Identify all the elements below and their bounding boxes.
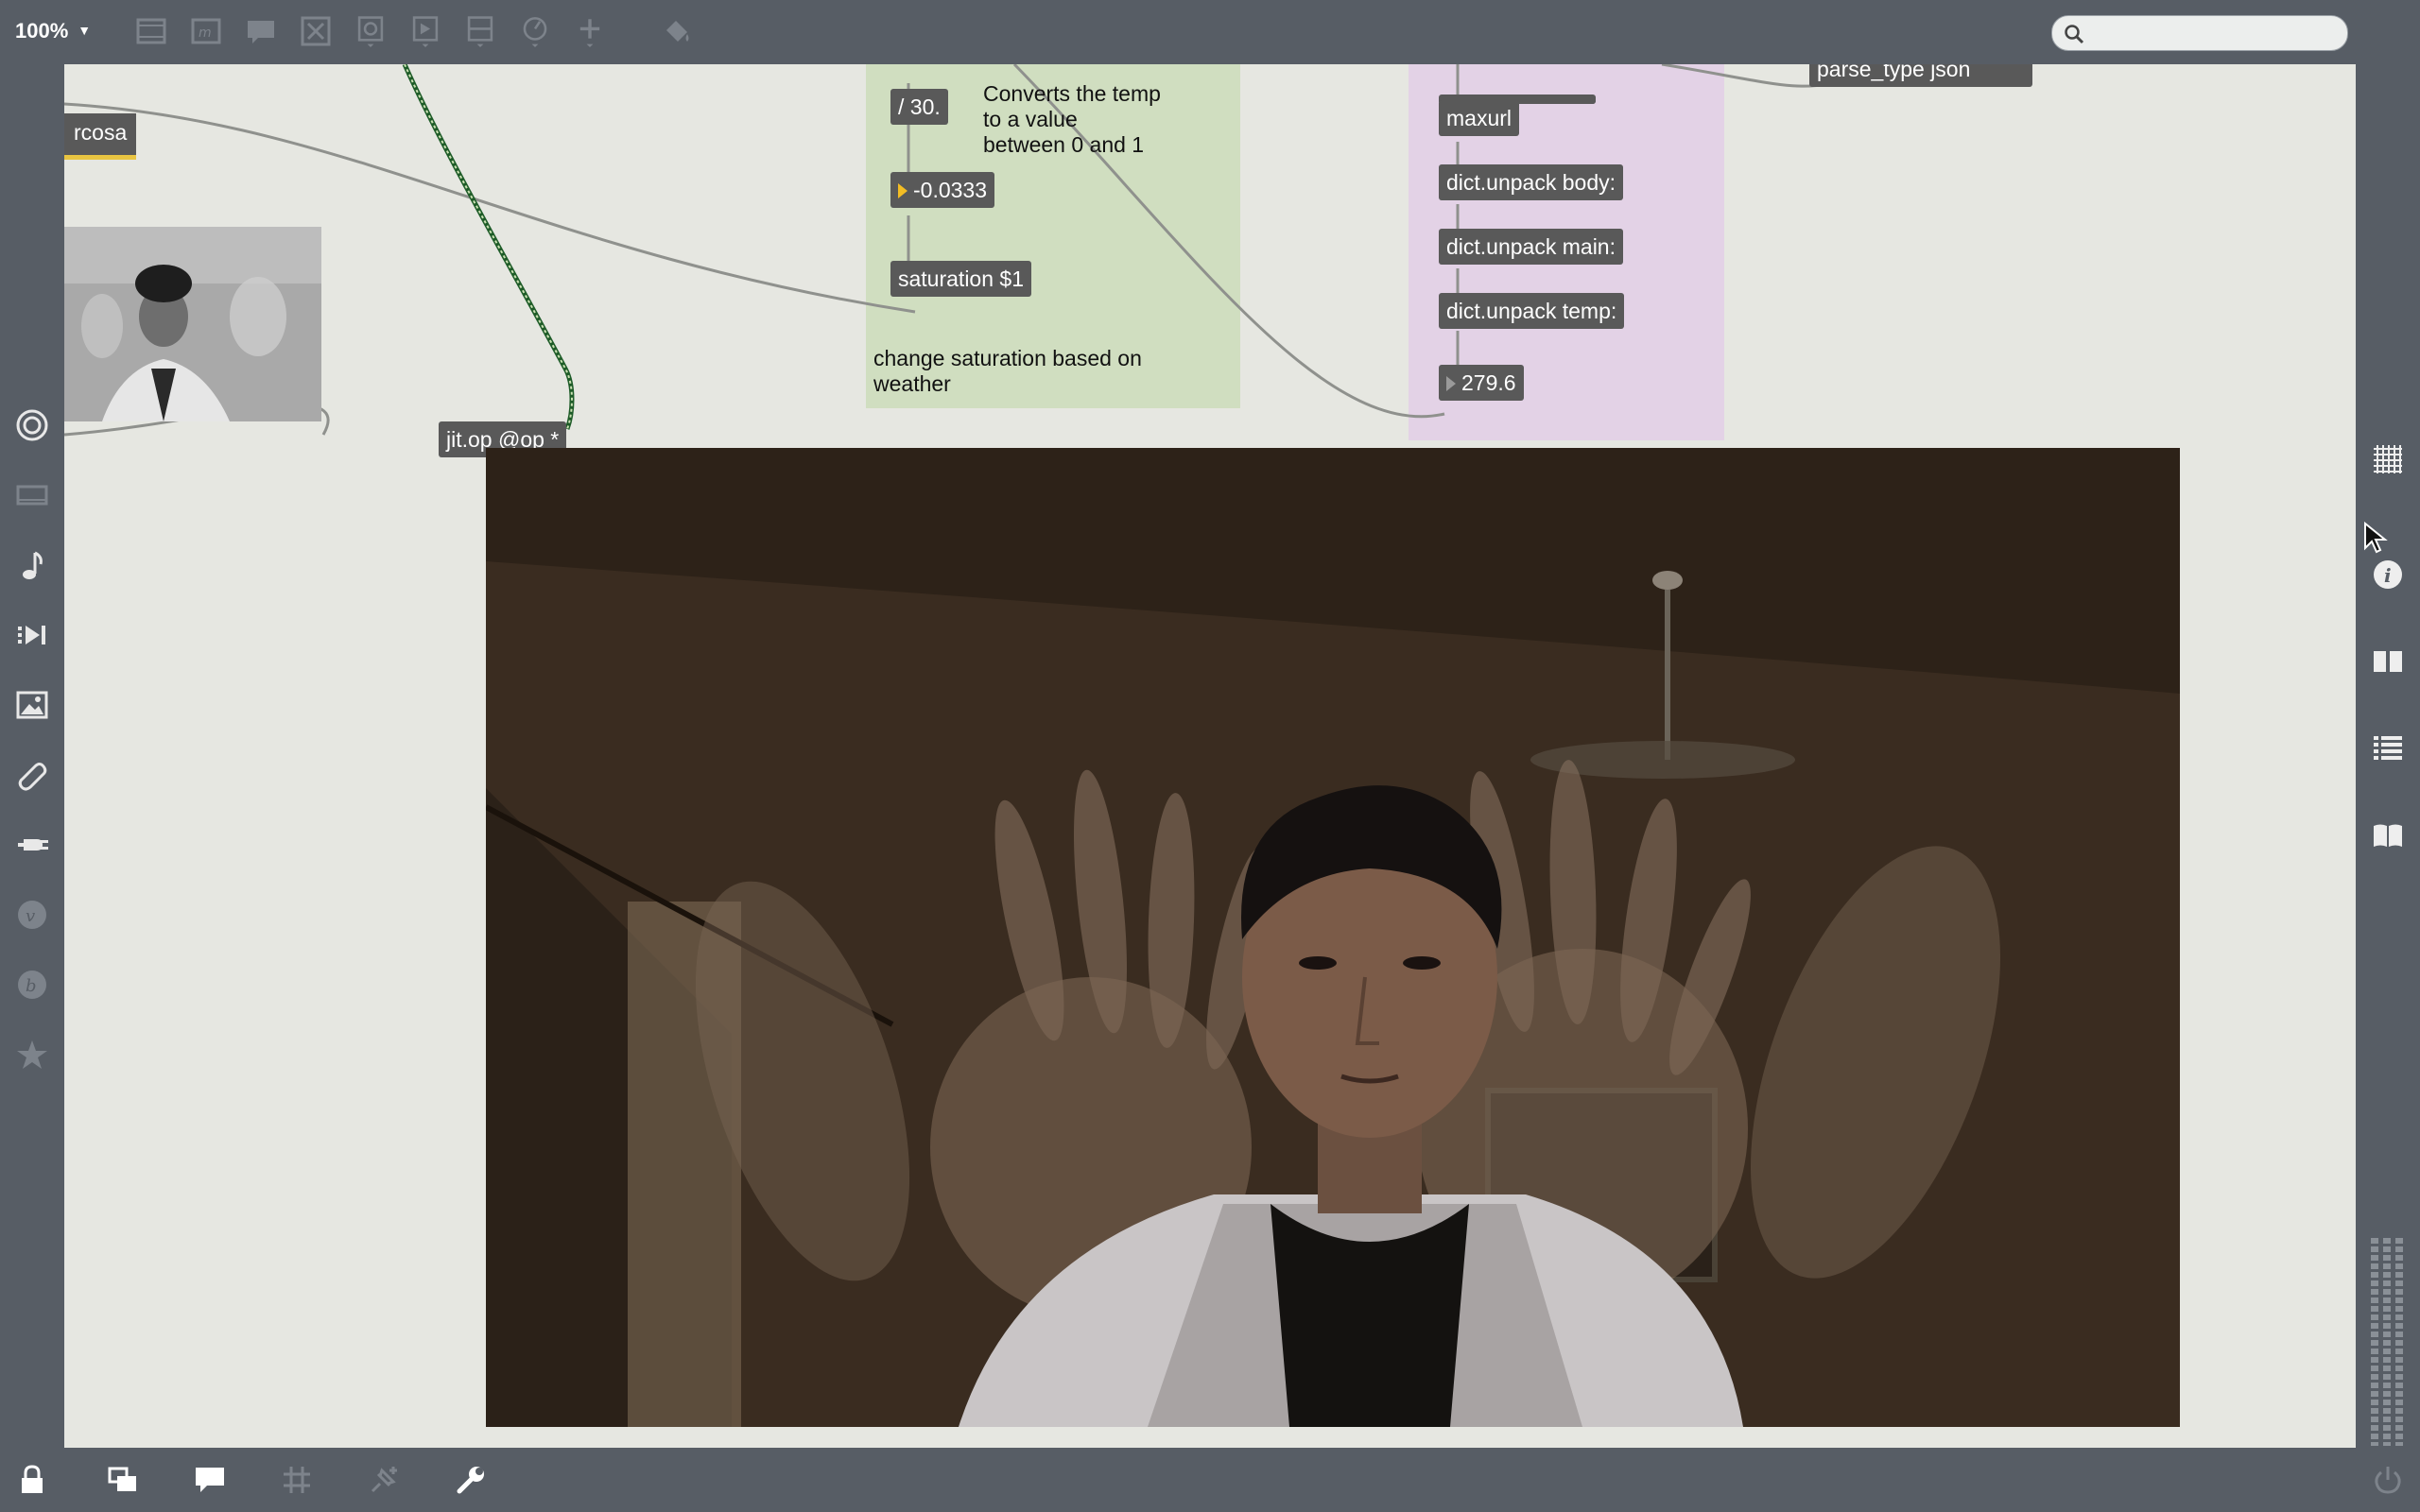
bottom-toolbar	[0, 1448, 2420, 1512]
svg-text:m: m	[199, 26, 212, 41]
message-icon[interactable]: m	[189, 15, 223, 47]
saturation-message[interactable]: saturation $1	[890, 261, 1031, 297]
lock-icon[interactable]	[11, 1459, 53, 1501]
dict-unpack-main[interactable]: dict.unpack main:	[1439, 229, 1623, 265]
bandcamp-icon[interactable]: b	[11, 964, 53, 1005]
paint-bucket-icon[interactable]	[660, 15, 694, 47]
temp-value: 279.6	[1461, 370, 1516, 395]
search-box[interactable]	[2051, 15, 2348, 51]
star-icon[interactable]	[11, 1034, 53, 1075]
divide-object[interactable]: / 30.	[890, 89, 948, 125]
maxurl-object[interactable]: maxurl	[1439, 100, 1520, 136]
top-toolbar: 100% ▼ m	[0, 0, 2420, 64]
wrench-icon[interactable]	[450, 1459, 492, 1501]
number-box-icon[interactable]	[408, 15, 442, 47]
video-output	[486, 448, 2180, 1427]
comment-icon[interactable]	[244, 15, 278, 47]
search-input[interactable]	[2092, 20, 2337, 48]
power-icon[interactable]	[2367, 1459, 2409, 1501]
grid-icon[interactable]	[2367, 438, 2409, 480]
svg-text:v: v	[26, 906, 35, 926]
grid-icon[interactable]	[276, 1459, 318, 1501]
chevron-down-icon: ▼	[78, 23, 92, 38]
presentation-icon[interactable]	[11, 474, 53, 516]
new-object-icon[interactable]	[134, 15, 168, 47]
saturation-comment: change saturation based on weather	[873, 346, 1142, 396]
toggle-icon[interactable]	[354, 15, 388, 47]
svg-text:b: b	[26, 976, 37, 996]
reference-icon[interactable]	[2367, 815, 2409, 856]
convert-comment: Converts the temp to a value between 0 a…	[983, 81, 1161, 157]
mouse-cursor-icon	[2364, 522, 2388, 554]
pin-add-icon[interactable]	[363, 1459, 405, 1501]
image-icon[interactable]	[11, 684, 53, 726]
svg-text:i: i	[2384, 564, 2392, 587]
slider-icon[interactable]	[463, 15, 497, 47]
media-icon[interactable]	[11, 614, 53, 656]
dict-unpack-body[interactable]: dict.unpack body:	[1439, 164, 1624, 200]
level-meter	[2371, 1238, 2405, 1446]
arcosa-object[interactable]: rcosa	[64, 113, 137, 160]
list-icon[interactable]	[2367, 728, 2409, 769]
left-sidebar: v b	[0, 64, 64, 1448]
zoom-level: 100%	[15, 19, 69, 43]
camera-thumbnail	[64, 227, 321, 421]
target-icon[interactable]	[11, 404, 53, 446]
vimeo-icon[interactable]: v	[11, 894, 53, 936]
button-icon[interactable]	[299, 15, 333, 47]
zoom-dropdown[interactable]: 100% ▼	[15, 19, 91, 43]
book-split-icon[interactable]	[2367, 641, 2409, 682]
dict-unpack-temp[interactable]: dict.unpack temp:	[1439, 293, 1625, 329]
parse-type-object[interactable]: parse_type json	[1809, 64, 2032, 87]
plug-icon[interactable]	[11, 824, 53, 866]
add-icon[interactable]	[573, 15, 607, 47]
info-icon[interactable]: i	[2367, 554, 2409, 595]
note-icon[interactable]	[11, 544, 53, 586]
chat-icon[interactable]	[189, 1459, 231, 1501]
number-value: -0.0333	[913, 178, 988, 202]
attachment-icon[interactable]	[11, 754, 53, 796]
patcher-canvas[interactable]: rcosa / 30. Converts the temp to a value…	[64, 64, 2356, 1448]
temp-number-box[interactable]: 279.6	[1439, 365, 1524, 401]
dial-icon[interactable]	[518, 15, 552, 47]
number-box[interactable]: -0.0333	[890, 172, 995, 208]
windows-icon[interactable]	[102, 1459, 144, 1501]
search-icon	[2065, 25, 2084, 44]
